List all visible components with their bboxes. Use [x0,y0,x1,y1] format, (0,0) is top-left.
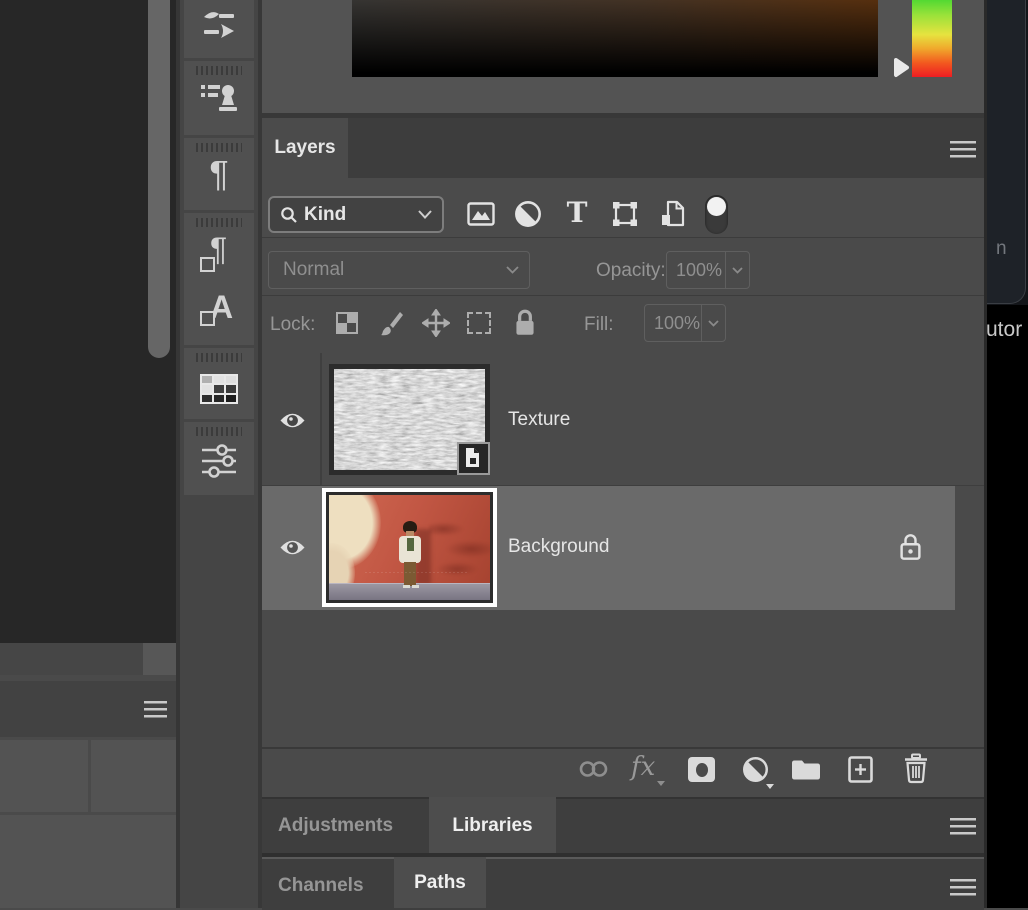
paragraph-styles-icon: ¶ [200,231,240,279]
dock-grip [196,143,242,152]
layer-name-background[interactable]: Background [508,536,609,558]
tab-libraries[interactable]: Libraries [429,797,556,854]
dock-button-brush-settings[interactable] [184,0,254,58]
fill-field[interactable]: 100% [644,304,726,342]
tab-libraries-label: Libraries [452,815,532,837]
new-layer-icon[interactable] [847,755,874,784]
lock-all-icon[interactable] [513,308,537,338]
filter-adjustment-layers-icon[interactable] [514,200,542,228]
character-styles-icon: A [200,289,240,337]
add-layer-mask-icon[interactable] [688,757,715,782]
grid-table-icon [200,374,238,404]
layers-toolbar [262,747,984,797]
status-band-segment [143,643,176,675]
hue-slider-pointer-icon[interactable] [893,57,910,78]
dock-divider [176,0,180,908]
left-panel-menu-icon[interactable] [144,701,167,718]
lock-image-pixels-icon[interactable] [378,309,406,337]
dock-button-paragraph[interactable]: ¶ [184,138,254,210]
lock-row [262,296,984,354]
visibility-eye-icon[interactable] [279,411,306,430]
left-panel-cell-c[interactable] [0,815,176,908]
layer-lock-icon[interactable] [898,532,923,562]
dock-grip [196,353,242,362]
fill-value: 100% [654,313,700,334]
clone-source-icon [199,81,239,117]
tab-channels[interactable]: Channels [278,875,364,897]
new-adjustment-layer-icon[interactable] [742,756,769,783]
dock-grip [196,427,242,436]
search-icon [280,206,298,224]
opacity-value: 100% [676,260,722,281]
chevron-down-icon[interactable] [732,267,743,274]
dock-button-clone-source[interactable] [184,61,254,135]
hue-strip[interactable] [912,0,952,77]
filter-shape-layers-icon[interactable] [610,200,640,228]
smart-object-badge [457,442,490,475]
kind-filter-dropdown[interactable]: Kind [268,196,444,233]
toggle-knob [707,197,726,216]
filter-pixel-layers-icon[interactable] [466,200,496,228]
filter-smart-objects-icon[interactable] [658,199,688,229]
left-panel-cell-a[interactable] [0,740,88,812]
dock-button-properties[interactable] [184,422,254,495]
filter-toggle-switch[interactable] [705,195,728,234]
layers-panel-menu-icon[interactable] [950,141,976,158]
adjustment-caret-icon [766,784,774,789]
link-layers-icon[interactable] [578,759,609,779]
chevron-down-icon [506,266,519,274]
field-divider [725,252,726,288]
tab-adjustments[interactable]: Adjustments [278,815,393,837]
photo-man-red-wall: ·························· [329,495,490,600]
new-group-folder-icon[interactable] [790,758,822,782]
visibility-eye-icon[interactable] [279,538,306,557]
dock-button-type-styles[interactable]: ¶ A [184,213,254,345]
dock-grip [196,218,242,227]
field-divider [701,305,702,341]
filter-type-layers-icon[interactable]: T [562,198,592,228]
clipped-text-fragment-bottom: utor [986,318,1022,342]
chevron-down-icon[interactable] [708,320,719,327]
lock-position-icon[interactable] [422,309,450,337]
kind-filter-label: Kind [304,204,346,226]
canvas-scrollbar-thumb[interactable] [148,0,170,358]
clipped-text-fragment-top: n [996,238,1007,260]
brush-settings-icon [201,8,237,40]
sliders-icon [200,444,238,478]
tab-paths-label: Paths [414,872,466,894]
tab-paths[interactable]: Paths [394,857,486,908]
adjustments-panel-menu-icon[interactable] [950,818,976,835]
paragraph-icon: ¶ [184,152,254,196]
fx-caret-icon [657,781,665,786]
lock-artboard-icon[interactable] [467,312,491,334]
left-panel-cell-b[interactable] [91,740,176,812]
smart-object-page-icon [462,446,484,470]
delete-layer-trash-icon[interactable] [903,753,929,784]
blend-mode-dropdown[interactable]: Normal [268,251,530,289]
tab-layers[interactable]: Layers [262,118,348,178]
paths-panel-menu-icon[interactable] [950,879,976,896]
layers-header-bar [262,118,984,178]
fill-label: Fill: [584,314,614,336]
lock-transparency-icon[interactable] [336,312,358,334]
layers-tab-label: Layers [274,137,335,159]
layer-name-texture[interactable]: Texture [508,409,570,431]
chevron-down-icon [418,210,432,219]
tab-group-channels-header [262,857,984,910]
dock-button-swatch-table[interactable] [184,348,254,419]
dock-grip [196,66,242,75]
layer-thumbnail-background[interactable]: ·························· [322,488,497,607]
opacity-field[interactable]: 100% [666,251,750,289]
lock-label: Lock: [270,314,315,336]
blend-mode-value: Normal [283,259,344,281]
layer-effects-fx-icon[interactable]: fx [631,752,655,782]
color-field[interactable] [352,0,878,77]
opacity-label: Opacity: [596,260,666,282]
